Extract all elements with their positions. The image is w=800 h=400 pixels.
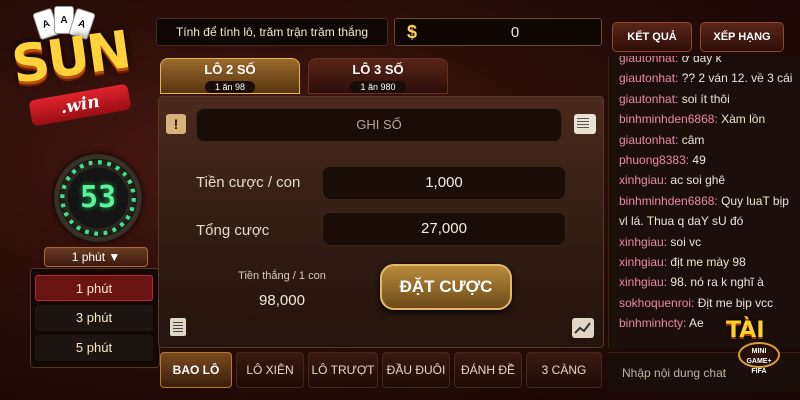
chat-username[interactable]: giautonhat: (619, 92, 678, 106)
tab-lo-2-so[interactable]: LÔ 2 SỐ 1 ăn 98 (160, 58, 300, 94)
chat-message: giautonhat: câm (609, 130, 800, 150)
help-icon[interactable]: ! (166, 114, 186, 134)
chat-username[interactable]: xinhgiau: (619, 275, 667, 289)
chat-message: xinhgiau: ac soi ghê (609, 170, 800, 190)
period-option-1[interactable]: 1 phút (35, 275, 153, 301)
win-per-number-label: Tiền thắng / 1 con (238, 270, 326, 282)
chat-username[interactable]: xinhgiau: (619, 173, 667, 187)
dollar-icon: $ (406, 22, 417, 42)
chat-message: xinhgiau: soi vc (609, 232, 800, 252)
chat-username[interactable]: binhminhden6868: (619, 194, 718, 208)
chat-message: binhminhden6868: Xàm lồn (609, 109, 800, 129)
total-bet-label: Tổng cược (196, 222, 270, 239)
edit-note-icon[interactable] (574, 114, 596, 134)
chat-text: Địt me bịp vcc (697, 295, 774, 310)
chat-text: địt me mày 98 (670, 255, 746, 270)
period-option-5[interactable]: 5 phút (35, 335, 153, 361)
chat-username[interactable]: giautonhat: (619, 133, 678, 147)
countdown-timer: 53 (54, 154, 142, 242)
tab-dau-duoi[interactable]: ĐẦU ĐUÔI (382, 352, 450, 388)
chat-text: soi vc (670, 234, 702, 249)
chat-username[interactable]: binhminhcty: (619, 316, 686, 330)
period-option-3[interactable]: 3 phút (35, 305, 153, 331)
tab-lo-truot[interactable]: LÔ TRƯỢT (308, 352, 378, 388)
win-per-number-value: 98,000 (259, 292, 305, 309)
mini-game-emblem: MINI GAME+ FIFA (738, 342, 780, 375)
period-dropdown-menu: 1 phút 3 phút 5 phút (30, 268, 160, 368)
chat-username[interactable]: sokhoquenroi: (619, 296, 694, 310)
tai-mini-game-button[interactable]: TÀI MINI GAME+ FIFA (724, 318, 790, 376)
chat-username[interactable]: xinhgiau: (619, 255, 667, 269)
chat-text: 49 (692, 153, 706, 168)
chat-text: vl lá. Thua q daY sU đó (619, 214, 744, 229)
history-icon[interactable] (170, 318, 186, 336)
stake-input[interactable]: 1,000 (322, 166, 566, 200)
chat-message: xinhgiau: địt me mày 98 (609, 252, 800, 272)
chat-panel[interactable]: giautonhat: ở đây k giautonhat: ?? 2 ván … (608, 56, 800, 348)
chat-username[interactable]: binhminhden6868: (619, 112, 718, 126)
place-bet-button[interactable]: ĐẶT CƯỢC (380, 264, 512, 310)
chat-message: sokhoquenroi: Địt me bịp vcc (609, 293, 800, 313)
tab-bao-lo[interactable]: BAO LÔ (160, 352, 232, 388)
chat-text: Ae (689, 316, 704, 331)
chat-message: giautonhat: soi ít thôi (609, 89, 800, 109)
chart-icon[interactable] (572, 318, 594, 338)
tab-3-cang[interactable]: 3 CÀNG (526, 352, 602, 388)
chat-message: phuong8383: 49 (609, 150, 800, 170)
chat-username[interactable]: giautonhat: (619, 56, 678, 65)
chat-text: ac soi ghê (670, 173, 726, 188)
results-button[interactable]: KẾT QUẢ (612, 22, 692, 52)
chat-message: binhminhden6868: Quy luaT bịp (609, 191, 800, 211)
chat-text: ?? 2 ván 12. về 3 cái (681, 71, 793, 86)
stake-label: Tiền cược / con (196, 174, 301, 191)
note-number-field[interactable]: GHI SỐ (196, 108, 562, 142)
total-bet-field: 27,000 (322, 212, 566, 246)
period-select[interactable]: 1 phút ▼ (44, 247, 148, 267)
chat-message-list: giautonhat: ở đây k giautonhat: ?? 2 ván … (609, 56, 800, 334)
ranking-button[interactable]: XẾP HẠNG (700, 22, 784, 52)
chat-message: vl lá. Thua q daY sU đó (609, 211, 800, 231)
chat-username[interactable]: giautonhat: (619, 71, 678, 85)
chat-text: Xàm lồn (721, 112, 766, 127)
chat-text: soi ít thôi (681, 91, 730, 106)
chat-message: giautonhat: ?? 2 ván 12. về 3 cái (609, 68, 800, 88)
tab-lo-xien[interactable]: LÔ XIÊN (236, 352, 304, 388)
chat-text: câm (681, 132, 705, 147)
chat-text: ở đây k (681, 56, 722, 65)
sunwin-logo: A A A SUN .win (4, 6, 154, 136)
chat-username[interactable]: xinhgiau: (619, 235, 667, 249)
header-slogan: Tính để tính lô, trăm trận trăm thắng (156, 18, 388, 46)
chat-message: giautonhat: ở đây k (609, 56, 800, 68)
chat-username[interactable]: phuong8383: (619, 153, 689, 167)
chat-message: xinhgiau: 98. nó ra k nghĩ à (609, 272, 800, 292)
chat-text: Quy luaT bịp (721, 193, 789, 208)
balance-display: $ 0 (394, 18, 602, 46)
tab-lo-3-so[interactable]: LÔ 3 SỐ 1 ăn 980 (308, 58, 448, 94)
balance-value: 0 (510, 24, 520, 41)
chat-text: 98. nó ra k nghĩ à (670, 275, 764, 290)
logo-text: SUN (8, 20, 133, 96)
timer-value: 53 (79, 180, 117, 215)
tab-danh-de[interactable]: ĐÁNH ĐỀ (454, 352, 522, 388)
